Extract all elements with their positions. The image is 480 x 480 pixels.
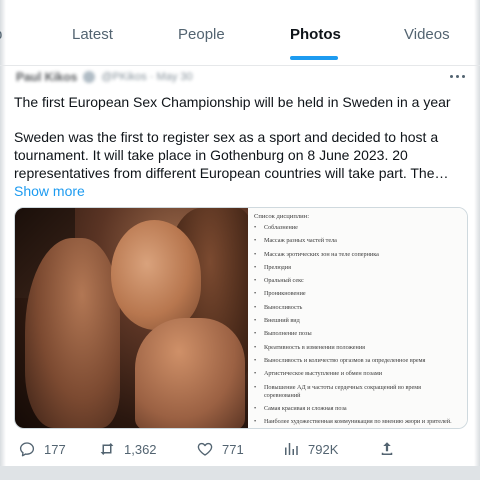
frame-edge-right <box>474 0 480 480</box>
discipline-list-image[interactable]: Список дисциплин: • Соблазнение • Массаж р… <box>247 208 467 428</box>
show-more-link[interactable]: Show more <box>14 183 85 199</box>
list-item: • Выносливость <box>253 303 303 311</box>
list-item: • Внешний вид <box>253 317 300 325</box>
reply-icon <box>19 442 35 457</box>
list-item: • Прелюдия <box>253 263 291 271</box>
share-icon <box>381 442 393 455</box>
search-tabs: p Latest People Photos Videos <box>0 0 480 66</box>
more-icon[interactable] <box>450 72 468 80</box>
discipline-list: • Соблазнение • Массаж разных частей тела … <box>254 224 459 426</box>
share-button[interactable] <box>378 440 396 458</box>
list-item: • Массаж разных частей тела <box>253 237 337 245</box>
list-item: • Креативность в изменении положения <box>253 343 365 351</box>
author-name[interactable]: Paul Kikos <box>16 70 77 84</box>
tweet-body-text: Sweden was the first to register sex as … <box>14 129 449 181</box>
photo-shoulder-region <box>135 318 245 428</box>
views-count: 792K <box>308 441 339 457</box>
tweet-screenshot: p Latest People Photos Videos Paul Kikos… <box>0 0 480 480</box>
list-item: • Оральный секс <box>253 277 304 285</box>
list-item: • Соблазнение <box>253 224 298 231</box>
tab-latest[interactable]: Latest <box>72 26 113 43</box>
reply-count: 177 <box>44 441 66 457</box>
reply-button[interactable]: 177 <box>18 440 66 458</box>
list-item: • Повышение АД и частоты сердечных сокращ… <box>253 383 422 399</box>
heart-icon <box>197 442 213 456</box>
verified-badge-icon <box>83 71 96 83</box>
active-tab-indicator <box>290 56 338 60</box>
list-item: • Массаж эротических зон на теле соперник… <box>253 250 379 258</box>
tweet-author-row[interactable]: Paul Kikos @PKikos · May 30 <box>16 70 193 84</box>
bottom-edge <box>0 466 480 480</box>
list-item: • Наиболее художественная коммуникация по… <box>253 418 452 426</box>
views-icon <box>285 443 298 455</box>
tab-photos[interactable]: Photos <box>290 26 341 43</box>
discipline-list-title: Список дисциплин: <box>253 213 310 220</box>
tweet-headline: The first European Sex Championship will… <box>14 94 451 110</box>
photo-face-region <box>111 220 201 330</box>
tab-people[interactable]: People <box>178 26 225 43</box>
list-item: • Артистическое выступление и обмен позам… <box>253 370 383 378</box>
views-button[interactable]: 792K <box>282 440 338 458</box>
retweet-count: 1,362 <box>124 441 157 457</box>
tweet-actions: 177 1,362 771 792K <box>0 436 480 460</box>
frame-edge-left <box>0 0 6 480</box>
tab-top[interactable]: p <box>0 26 2 43</box>
list-item: • Самая красивая и сложная поза <box>253 404 347 412</box>
like-count: 771 <box>222 441 244 457</box>
author-handle[interactable]: @PKikos · May 30 <box>101 71 192 83</box>
list-item: • Выносливость и количество оргазмов за о… <box>253 356 426 364</box>
retweet-icon <box>100 443 114 455</box>
tweet-body: Sweden was the first to register sex as … <box>14 128 466 200</box>
list-item: • Проникновение <box>253 290 306 298</box>
retweet-button[interactable]: 1,362 <box>98 440 157 458</box>
tab-videos[interactable]: Videos <box>404 26 450 43</box>
tweet-media[interactable]: Список дисциплин: • Соблазнение • Массаж р… <box>14 207 468 429</box>
tweet-photo[interactable] <box>15 208 248 428</box>
list-item: • Выполнение позы <box>253 330 312 338</box>
photo-figure-left <box>25 238 120 428</box>
like-button[interactable]: 771 <box>196 440 244 458</box>
